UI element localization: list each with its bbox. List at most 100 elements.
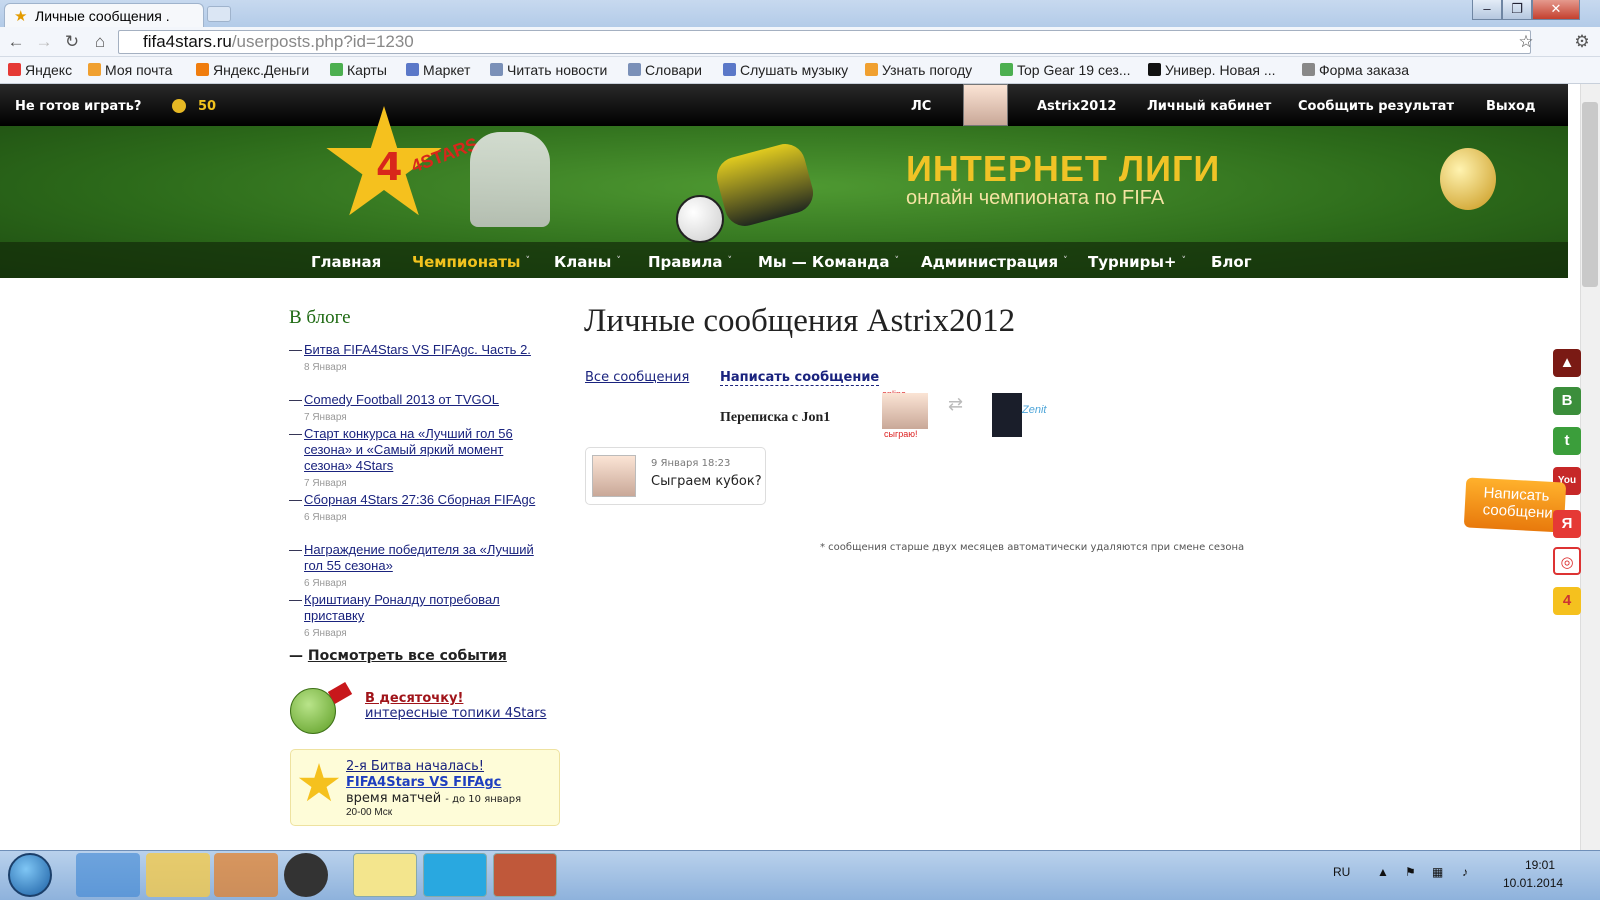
scrollbar-thumb[interactable] bbox=[1582, 102, 1598, 287]
blog-link[interactable]: Награждение победителя за «Лучший гол 55… bbox=[304, 542, 534, 573]
browser-tab[interactable]: ★ Личные сообщения . bbox=[4, 3, 204, 27]
url-path: /userposts.php?id=1230 bbox=[231, 32, 414, 51]
aimp-icon[interactable] bbox=[284, 853, 328, 897]
menu-item[interactable]: Турниры+ ˅ bbox=[1088, 253, 1186, 271]
menu-item[interactable]: Правила ˅ bbox=[648, 253, 732, 271]
wrench-icon[interactable]: ⚙ bbox=[1572, 32, 1592, 52]
close-window-button[interactable]: ✕ bbox=[1532, 0, 1580, 20]
address-bar[interactable]: fifa4stars.ru/userposts.php?id=1230 bbox=[118, 30, 1531, 54]
new-tab-button[interactable] bbox=[207, 6, 231, 22]
bookmark-icon bbox=[628, 63, 641, 76]
ie-icon[interactable] bbox=[76, 853, 140, 897]
top10-link[interactable]: В десяточку! bbox=[365, 691, 463, 706]
skype-icon[interactable] bbox=[423, 853, 487, 897]
promo-deadline: - до 10 января bbox=[445, 794, 522, 805]
bookmark-item[interactable]: Узнать погоду bbox=[865, 62, 972, 78]
blog-link[interactable]: Криштиану Роналду потребовал приставку bbox=[304, 592, 500, 623]
blog-date: 6 Января bbox=[304, 578, 347, 589]
menu-item[interactable]: Администрация ˅ bbox=[921, 253, 1068, 271]
bookmark-icon bbox=[1148, 63, 1161, 76]
lifebuoy-icon[interactable]: ◎ bbox=[1553, 547, 1581, 575]
all-events-row: — Посмотреть все события bbox=[289, 648, 507, 664]
menu-item[interactable]: Главная bbox=[311, 253, 381, 271]
blog-link[interactable]: Битва FIFA4Stars VS FIFAgc. Часть 2. bbox=[304, 342, 531, 357]
bookmark-item[interactable]: Форма заказа bbox=[1302, 62, 1409, 78]
chevron-down-icon: ˅ bbox=[1063, 256, 1068, 266]
all-messages-link[interactable]: Все сообщения bbox=[585, 370, 689, 385]
username-link[interactable]: Astrix2012 bbox=[1037, 99, 1116, 114]
coin-icon bbox=[172, 99, 186, 113]
promo-line-3: время матчей - до 10 января bbox=[346, 791, 521, 806]
bookmark-item[interactable]: Словари bbox=[628, 62, 702, 78]
menu-label: Правила bbox=[648, 253, 723, 271]
bookmark-label: Форма заказа bbox=[1319, 62, 1409, 78]
media-player-icon[interactable] bbox=[214, 853, 278, 897]
app-task-icon[interactable] bbox=[493, 853, 557, 897]
tray-arrow-icon[interactable]: ▲ bbox=[1377, 865, 1389, 879]
bookmark-item[interactable]: Слушать музыку bbox=[723, 62, 848, 78]
home-icon[interactable]: ⌂ bbox=[90, 32, 110, 52]
write-message-tab[interactable]: Написать сообщени bbox=[1463, 477, 1567, 533]
explorer-icon[interactable] bbox=[146, 853, 210, 897]
bookmark-item[interactable]: Маркет bbox=[406, 62, 470, 78]
cap-icon[interactable]: ▲ bbox=[1553, 349, 1581, 377]
user-avatar[interactable] bbox=[963, 84, 1008, 126]
all-events-link[interactable]: Посмотреть все события bbox=[308, 648, 507, 664]
clock-date[interactable]: 10.01.2014 bbox=[1503, 876, 1563, 890]
swap-arrows-icon: ⇄ bbox=[948, 394, 964, 414]
not-ready-link[interactable]: Не готов играть? bbox=[15, 99, 141, 114]
back-icon[interactable]: ← bbox=[6, 32, 26, 52]
cabinet-link[interactable]: Личный кабинет bbox=[1147, 99, 1271, 114]
blog-date: 7 Января bbox=[304, 478, 347, 489]
4stars-icon[interactable]: 4 bbox=[1553, 587, 1581, 615]
menu-item[interactable]: Блог bbox=[1211, 253, 1252, 271]
windows-start-icon[interactable] bbox=[8, 853, 52, 897]
bookmark-item[interactable]: Моя почта bbox=[88, 62, 172, 78]
bookmark-item[interactable]: Карты bbox=[330, 62, 387, 78]
promo-link-1[interactable]: 2-я Битва началась! bbox=[346, 759, 484, 774]
chrome-task-icon[interactable] bbox=[353, 853, 417, 897]
write-message-link[interactable]: Написать сообщение bbox=[720, 370, 880, 386]
minimize-button[interactable]: – bbox=[1472, 0, 1502, 20]
bookmark-item[interactable]: Яндекс bbox=[8, 62, 72, 78]
network-icon[interactable]: ▦ bbox=[1432, 865, 1443, 879]
blog-date: 7 Января bbox=[304, 412, 347, 423]
blog-link[interactable]: Старт конкурса на «Лучший гол 56 сезона»… bbox=[304, 426, 513, 473]
volume-icon[interactable]: ♪ bbox=[1462, 865, 1468, 879]
dash-icon: — bbox=[289, 342, 302, 357]
message-avatar[interactable] bbox=[592, 455, 636, 497]
yandex-icon[interactable]: Я bbox=[1553, 510, 1581, 538]
bookmark-icon bbox=[88, 63, 101, 76]
ls-link[interactable]: ЛС bbox=[911, 99, 931, 114]
logout-link[interactable]: Выход bbox=[1486, 99, 1535, 114]
report-result-link[interactable]: Сообщить результат bbox=[1298, 99, 1454, 114]
blog-link[interactable]: Сборная 4Stars 27:36 Сборная FIFAgc bbox=[304, 492, 535, 507]
bookmark-item[interactable]: Яндекс.Деньги bbox=[196, 62, 309, 78]
star-favicon-icon: ★ bbox=[14, 8, 28, 25]
partner-avatar[interactable] bbox=[992, 393, 1022, 437]
maximize-button[interactable]: ❐ bbox=[1502, 0, 1532, 20]
bookmark-item[interactable]: Top Gear 19 сез... bbox=[1000, 62, 1131, 78]
promo-link-2[interactable]: FIFA4Stars VS FIFAgc bbox=[346, 775, 501, 790]
forward-icon[interactable]: → bbox=[34, 32, 54, 52]
blog-item: — Старт конкурса на «Лучший гол 56 сезона… bbox=[289, 426, 554, 492]
blog-item: — Криштиану Роналду потребовал приставку 6… bbox=[289, 592, 554, 642]
bookmark-star-icon[interactable]: ☆ bbox=[1516, 32, 1536, 52]
flag-icon[interactable]: ⚑ bbox=[1405, 865, 1416, 879]
twitter-icon[interactable]: t bbox=[1553, 427, 1581, 455]
vk-icon[interactable]: B bbox=[1553, 387, 1581, 415]
menu-item[interactable]: Кланы ˅ bbox=[554, 253, 621, 271]
blog-link[interactable]: Comedy Football 2013 от TVGOL bbox=[304, 392, 499, 407]
menu-item[interactable]: Чемпионаты ˅ bbox=[412, 253, 530, 271]
language-indicator[interactable]: RU bbox=[1333, 865, 1350, 879]
top10-sub-link[interactable]: интересные топики 4Stars bbox=[365, 706, 546, 721]
reload-icon[interactable]: ↻ bbox=[62, 32, 82, 52]
bookmark-label: Слушать музыку bbox=[740, 62, 849, 78]
bookmark-item[interactable]: Универ. Новая ... bbox=[1148, 62, 1276, 78]
clock-time[interactable]: 19:01 bbox=[1525, 858, 1555, 872]
blog-item: — Награждение победителя за «Лучший гол 5… bbox=[289, 542, 554, 592]
self-avatar[interactable] bbox=[882, 393, 928, 429]
bookmark-item[interactable]: Читать новости bbox=[490, 62, 607, 78]
menu-item[interactable]: Мы — Команда ˅ bbox=[758, 253, 899, 271]
bookmark-icon bbox=[723, 63, 736, 76]
